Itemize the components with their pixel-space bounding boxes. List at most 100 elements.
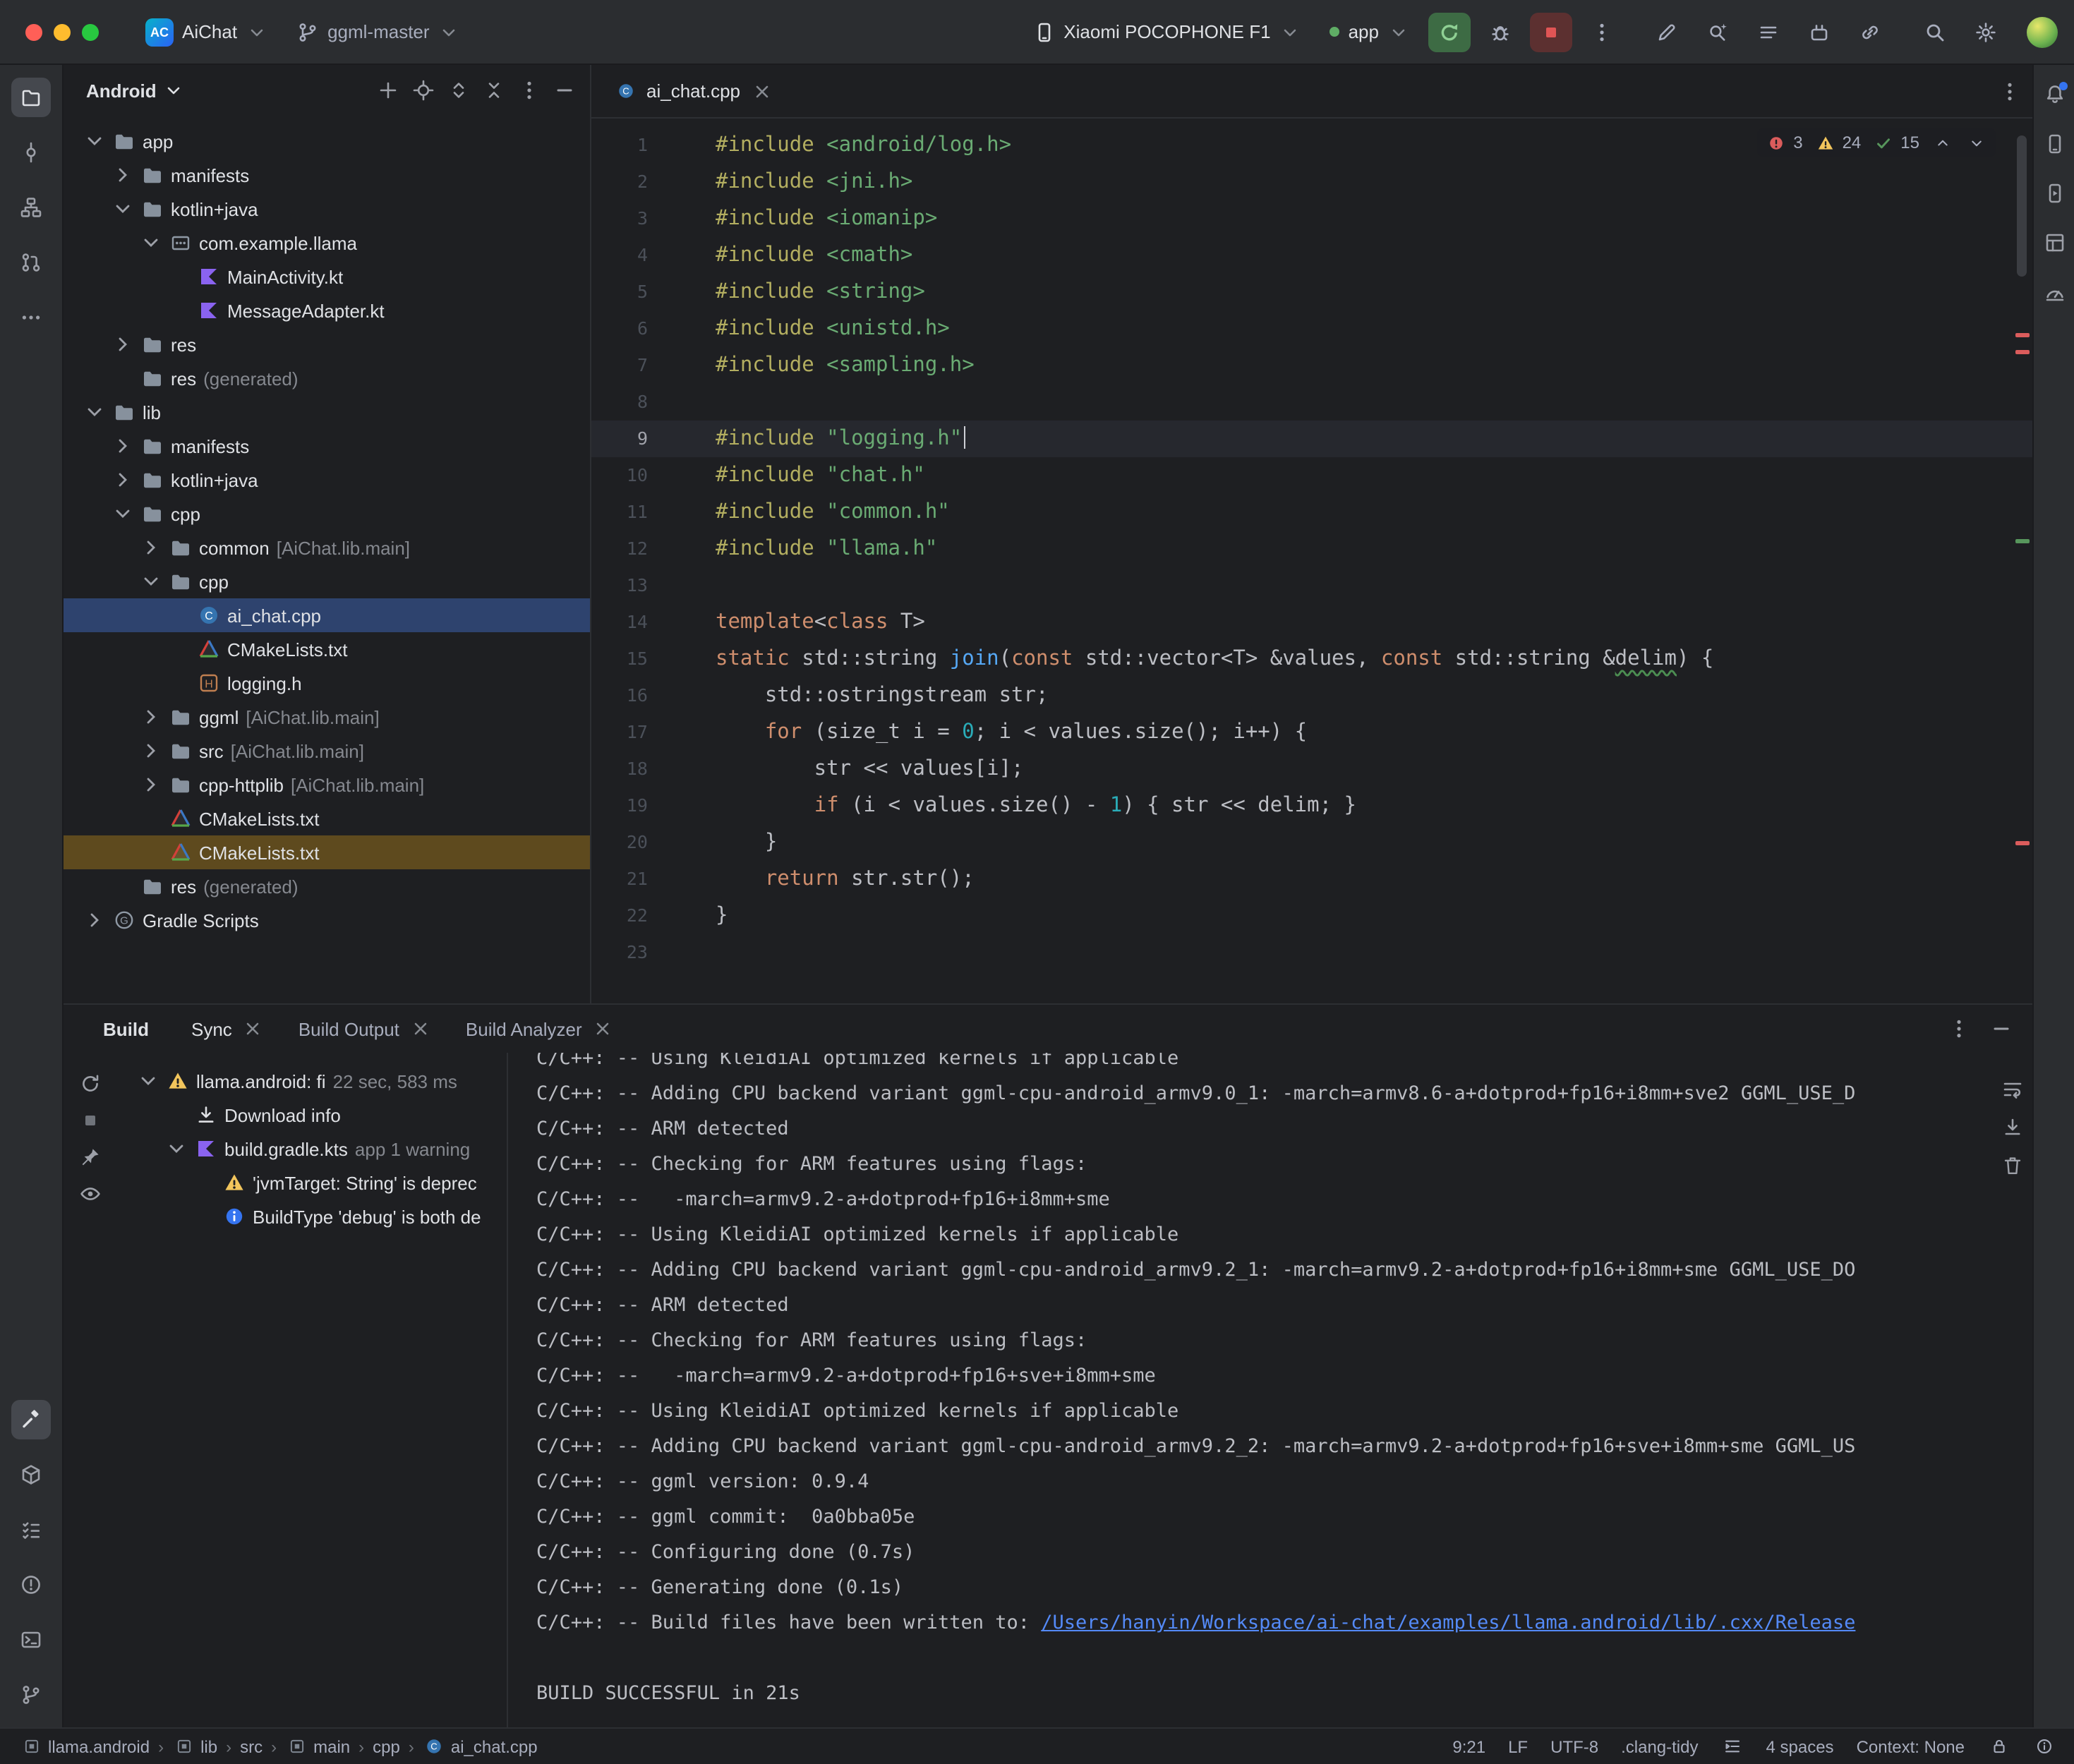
- settings-button[interactable]: [1965, 12, 2007, 52]
- chevron-right-icon[interactable]: [111, 435, 134, 457]
- project-tree-item-cpp[interactable]: cpp: [64, 564, 590, 598]
- pin-icon[interactable]: [79, 1146, 102, 1168]
- close-tab-icon[interactable]: [750, 80, 773, 102]
- task-list-button[interactable]: [1747, 12, 1790, 52]
- caret-position-widget[interactable]: 9:21: [1452, 1736, 1485, 1756]
- warning-count-item[interactable]: 24: [1814, 131, 1862, 154]
- minimize-window-button[interactable]: [54, 23, 71, 40]
- stop-button[interactable]: [1530, 12, 1572, 52]
- project-tree-item-logging-h[interactable]: Hlogging.h: [64, 666, 590, 700]
- chevron-down-icon[interactable]: [111, 502, 134, 525]
- project-tree[interactable]: appmanifestskotlin+javacom.example.llama…: [64, 116, 590, 1003]
- line-separator-widget[interactable]: LF: [1508, 1736, 1528, 1756]
- sync-tree-item-download-info[interactable]: Download info: [117, 1098, 507, 1132]
- minimize-panel-icon[interactable]: [1990, 1017, 2013, 1040]
- chevron-down-icon[interactable]: [137, 1070, 159, 1092]
- project-tree-item-kotlin-java[interactable]: kotlin+java: [64, 463, 590, 497]
- chevron-right-icon[interactable]: [111, 333, 134, 356]
- collapse-all-icon[interactable]: [483, 79, 505, 102]
- notifications-tool-button[interactable]: [2037, 78, 2071, 111]
- project-tree-item-lib[interactable]: lib: [64, 395, 590, 429]
- add-icon[interactable]: [377, 79, 399, 102]
- project-tree-item-app[interactable]: app: [64, 124, 590, 158]
- more-run-actions-button[interactable]: [1581, 12, 1623, 52]
- editor-tab-ai-chat-cpp[interactable]: C ai_chat.cpp: [591, 65, 787, 117]
- breadcrumb-src[interactable]: src: [240, 1736, 263, 1756]
- project-view-selector[interactable]: Android: [86, 80, 157, 101]
- tab-options-icon[interactable]: [1998, 80, 2021, 102]
- structure-tool-button[interactable]: [11, 188, 51, 227]
- select-opened-file-icon[interactable]: [412, 79, 435, 102]
- search-everywhere-button[interactable]: [1914, 12, 1956, 52]
- breadcrumb-ai-chat-cpp[interactable]: Cai_chat.cpp: [423, 1735, 538, 1758]
- breadcrumb-cpp[interactable]: cpp: [373, 1736, 400, 1756]
- zoom-window-button[interactable]: [82, 23, 99, 40]
- chevron-right-icon[interactable]: [111, 164, 134, 186]
- plugins-button[interactable]: [1798, 12, 1840, 52]
- vcs-branch-selector[interactable]: ggml-master: [287, 15, 471, 49]
- sync-result-tree[interactable]: llama.android: fi22 sec, 583 msDownload …: [117, 1053, 507, 1727]
- project-tree-item-res[interactable]: res (generated): [64, 869, 590, 903]
- chevron-down-icon[interactable]: [111, 198, 134, 220]
- project-tree-item-gradle-scripts[interactable]: GGradle Scripts: [64, 903, 590, 937]
- rerun-button[interactable]: [1428, 12, 1471, 52]
- clear-console-icon[interactable]: [2001, 1154, 2024, 1177]
- project-tool-button[interactable]: [11, 78, 51, 117]
- problems-tool-button[interactable]: [11, 1565, 51, 1605]
- build-tab-sync[interactable]: Sync: [177, 1012, 279, 1046]
- chevron-down-icon[interactable]: [140, 231, 162, 254]
- chevron-right-icon[interactable]: [111, 469, 134, 491]
- chevron-down-icon[interactable]: [165, 1137, 188, 1160]
- close-tab-icon[interactable]: [592, 1017, 615, 1040]
- expand-all-icon[interactable]: [447, 79, 470, 102]
- next-issue-icon[interactable]: [1965, 131, 1987, 154]
- app-quality-insights-tool-button[interactable]: [2037, 275, 2071, 309]
- device-selector[interactable]: Xiaomi POCOPHONE F1: [1023, 15, 1311, 49]
- pull-requests-tool-button[interactable]: [11, 243, 51, 282]
- sync-console[interactable]: C/C++: -- Using KleidiAI optimized kerne…: [508, 1053, 2032, 1727]
- run-configuration-selector[interactable]: app: [1320, 15, 1420, 49]
- project-tree-item-ai-chat-cpp[interactable]: Cai_chat.cpp: [64, 598, 590, 632]
- editor-scrollbar[interactable]: [2017, 135, 2027, 277]
- chevron-right-icon[interactable]: [140, 536, 162, 559]
- terminal-tool-button[interactable]: [11, 1620, 51, 1660]
- indentation-widget[interactable]: 4 spaces: [1766, 1736, 1834, 1756]
- error-count-item[interactable]: 3: [1765, 131, 1802, 154]
- passed-count-item[interactable]: 15: [1872, 131, 1919, 154]
- chevron-down-icon[interactable]: [162, 79, 185, 102]
- build-options-icon[interactable]: [1948, 1017, 1970, 1040]
- indent-widget-widget[interactable]: [1721, 1735, 1744, 1758]
- close-window-button[interactable]: [25, 23, 42, 40]
- sync-tree-item-buildtype-debug-is-both-de[interactable]: BuildType 'debug' is both de: [117, 1200, 507, 1233]
- chevron-right-icon[interactable]: [140, 773, 162, 796]
- run-context-widget[interactable]: Context: None: [1857, 1736, 1965, 1756]
- file-encoding-widget[interactable]: UTF-8: [1550, 1736, 1598, 1756]
- stop-sync-icon[interactable]: [79, 1109, 102, 1132]
- build-tab-build-output[interactable]: Build Output: [284, 1012, 446, 1046]
- chevron-down-icon[interactable]: [140, 570, 162, 593]
- project-tree-item-cpp-httplib[interactable]: cpp-httplib [AiChat.lib.main]: [64, 768, 590, 802]
- device-manager-tool-button[interactable]: [2037, 127, 2071, 161]
- commit-tool-button[interactable]: [11, 133, 51, 172]
- project-tree-item-cpp[interactable]: cpp: [64, 497, 590, 531]
- clang-tidy-widget[interactable]: .clang-tidy: [1621, 1736, 1698, 1756]
- project-tree-item-cmakelists-txt[interactable]: CMakeLists.txt: [64, 632, 590, 666]
- view-options-icon[interactable]: [79, 1183, 102, 1205]
- readonly-toggle-widget[interactable]: [1987, 1735, 2010, 1758]
- project-tree-item-src[interactable]: src [AiChat.lib.main]: [64, 734, 590, 768]
- change-stripe-mark[interactable]: [2015, 539, 2030, 543]
- project-tree-item-mainactivity-kt[interactable]: MainActivity.kt: [64, 260, 590, 294]
- project-tree-item-res[interactable]: res (generated): [64, 361, 590, 395]
- chevron-right-icon[interactable]: [83, 909, 106, 931]
- build-tab-build-analyzer[interactable]: Build Analyzer: [452, 1012, 629, 1046]
- project-tree-item-common[interactable]: common [AiChat.lib.main]: [64, 531, 590, 564]
- error-stripe-mark[interactable]: [2015, 333, 2030, 337]
- chevron-down-icon[interactable]: [83, 130, 106, 152]
- breadcrumb-lib[interactable]: lib: [172, 1735, 217, 1758]
- previous-issue-icon[interactable]: [1931, 131, 1953, 154]
- breadcrumb-main[interactable]: main: [285, 1735, 350, 1758]
- sync-tree-item-llama-android-fi[interactable]: llama.android: fi22 sec, 583 ms: [117, 1064, 507, 1098]
- scroll-to-end-icon[interactable]: [2001, 1116, 2024, 1139]
- chevron-down-icon[interactable]: [83, 401, 106, 423]
- code-editor[interactable]: 3 24 15: [591, 119, 2032, 1003]
